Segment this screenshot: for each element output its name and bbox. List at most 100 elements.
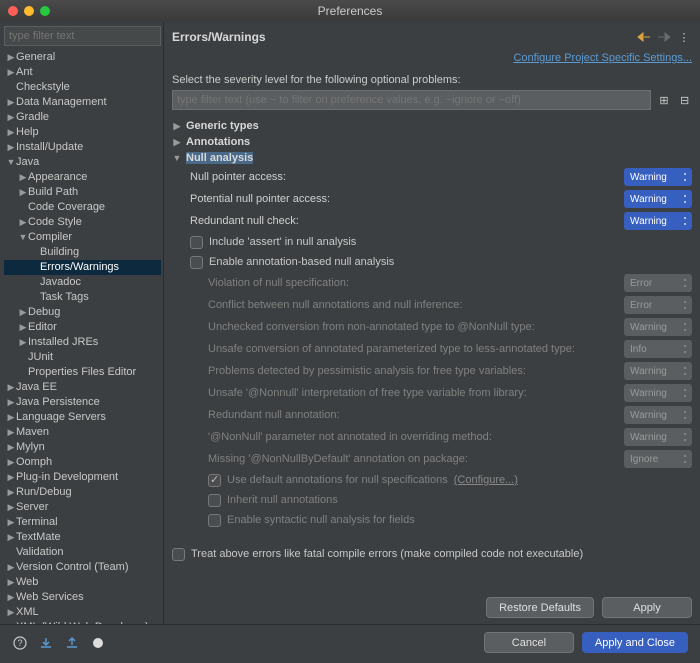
chevron-right-icon[interactable]: ▶: [6, 440, 16, 455]
tree-node[interactable]: ▶Oomph: [4, 455, 161, 470]
chevron-right-icon[interactable]: ▶: [6, 65, 16, 80]
chevron-right-icon[interactable]: ▶: [6, 125, 16, 140]
help-icon[interactable]: ?: [12, 635, 28, 651]
chevron-right-icon[interactable]: ▶: [18, 215, 28, 230]
tree-node[interactable]: Properties Files Editor: [4, 365, 161, 380]
cancel-button[interactable]: Cancel: [484, 632, 574, 653]
tree-node[interactable]: ▶Data Management: [4, 95, 161, 110]
chevron-right-icon[interactable]: ▶: [6, 140, 16, 155]
tree-node[interactable]: ▶XML (Wild Web Developer): [4, 620, 161, 624]
severity-select: Warning: [624, 406, 692, 424]
chevron-right-icon[interactable]: ▶: [6, 395, 16, 410]
tree-node[interactable]: ▶Debug: [4, 305, 161, 320]
tree-node[interactable]: ▶General: [4, 50, 161, 65]
tree-node[interactable]: ▶Web Services: [4, 590, 161, 605]
tree-node[interactable]: ▶Plug-in Development: [4, 470, 161, 485]
tree-node[interactable]: ▶Maven: [4, 425, 161, 440]
restore-defaults-button[interactable]: Restore Defaults: [486, 597, 594, 618]
tree-node[interactable]: ▶Build Path: [4, 185, 161, 200]
category-header[interactable]: ▶Annotations: [172, 134, 692, 150]
export-icon[interactable]: [64, 635, 80, 651]
option-checkbox-row[interactable]: Enable annotation-based null analysis: [190, 252, 692, 272]
nav-forward-icon[interactable]: [656, 29, 672, 45]
view-menu-icon[interactable]: ⋮: [676, 29, 692, 45]
apply-button[interactable]: Apply: [602, 597, 692, 618]
tree-node[interactable]: ▼Compiler: [4, 230, 161, 245]
tree-node[interactable]: JUnit: [4, 350, 161, 365]
chevron-right-icon[interactable]: ▶: [6, 410, 16, 425]
chevron-right-icon[interactable]: ▶: [18, 335, 28, 350]
tree-node[interactable]: ▶Terminal: [4, 515, 161, 530]
tree-node[interactable]: ▶Java Persistence: [4, 395, 161, 410]
tree-node[interactable]: ▶Language Servers: [4, 410, 161, 425]
tree-node-label: Data Management: [16, 95, 107, 110]
chevron-right-icon[interactable]: ▶: [18, 305, 28, 320]
fatal-errors-checkbox-row[interactable]: Treat above errors like fatal compile er…: [172, 544, 692, 564]
tree-node[interactable]: ▶Web: [4, 575, 161, 590]
chevron-right-icon[interactable]: ▶: [6, 515, 16, 530]
chevron-right-icon[interactable]: ▶: [6, 50, 16, 65]
tree-node[interactable]: ▶Editor: [4, 320, 161, 335]
chevron-right-icon[interactable]: ▶: [6, 500, 16, 515]
chevron-right-icon[interactable]: ▶: [18, 320, 28, 335]
chevron-down-icon[interactable]: ▼: [6, 155, 16, 170]
category-header[interactable]: ▼Null analysis: [172, 150, 692, 166]
chevron-right-icon[interactable]: ▶: [18, 170, 28, 185]
severity-select[interactable]: Warning: [624, 212, 692, 230]
nav-back-icon[interactable]: [636, 29, 652, 45]
tree-node[interactable]: Checkstyle: [4, 80, 161, 95]
oomph-icon[interactable]: [90, 635, 106, 651]
tree-node[interactable]: ▶Install/Update: [4, 140, 161, 155]
tree-node[interactable]: ▶Run/Debug: [4, 485, 161, 500]
category-header[interactable]: ▶Generic types: [172, 118, 692, 134]
chevron-down-icon[interactable]: ▼: [18, 230, 28, 245]
tree-node[interactable]: ▶Ant: [4, 65, 161, 80]
chevron-right-icon[interactable]: ▶: [6, 425, 16, 440]
category-label: Annotations: [186, 136, 250, 148]
chevron-right-icon[interactable]: ▶: [6, 530, 16, 545]
checkbox[interactable]: [190, 236, 203, 249]
chevron-right-icon[interactable]: ▶: [6, 110, 16, 125]
tree-node[interactable]: ▶TextMate: [4, 530, 161, 545]
tree-node[interactable]: ▶Installed JREs: [4, 335, 161, 350]
chevron-right-icon[interactable]: ▶: [6, 485, 16, 500]
tree-node[interactable]: Javadoc: [4, 275, 161, 290]
checkbox[interactable]: [172, 548, 185, 561]
chevron-right-icon[interactable]: ▶: [6, 95, 16, 110]
chevron-right-icon[interactable]: ▶: [6, 470, 16, 485]
apply-and-close-button[interactable]: Apply and Close: [582, 632, 688, 653]
collapse-all-icon[interactable]: ⊟: [677, 92, 692, 108]
tree-node[interactable]: ▶Version Control (Team): [4, 560, 161, 575]
severity-select[interactable]: Warning: [624, 168, 692, 186]
tree-node[interactable]: ▼Java: [4, 155, 161, 170]
chevron-right-icon[interactable]: ▶: [6, 605, 16, 620]
tree-node[interactable]: ▶XML: [4, 605, 161, 620]
tree-node[interactable]: ▶Code Style: [4, 215, 161, 230]
configure-project-link[interactable]: Configure Project Specific Settings...: [172, 52, 692, 64]
tree-node[interactable]: Building: [4, 245, 161, 260]
chevron-right-icon[interactable]: ▶: [6, 620, 16, 624]
tree-node[interactable]: Code Coverage: [4, 200, 161, 215]
chevron-right-icon[interactable]: ▶: [6, 590, 16, 605]
settings-filter-input[interactable]: [172, 90, 651, 110]
chevron-right-icon[interactable]: ▶: [6, 560, 16, 575]
chevron-right-icon[interactable]: ▶: [6, 455, 16, 470]
tree-node[interactable]: ▶Gradle: [4, 110, 161, 125]
chevron-right-icon[interactable]: ▶: [18, 185, 28, 200]
import-icon[interactable]: [38, 635, 54, 651]
tree-filter-input[interactable]: [4, 26, 161, 46]
checkbox[interactable]: [190, 256, 203, 269]
tree-node[interactable]: ▶Server: [4, 500, 161, 515]
tree-node[interactable]: ▶Mylyn: [4, 440, 161, 455]
tree-node[interactable]: ▶Help: [4, 125, 161, 140]
option-checkbox-row[interactable]: Include 'assert' in null analysis: [190, 232, 692, 252]
chevron-right-icon[interactable]: ▶: [6, 380, 16, 395]
tree-node[interactable]: Task Tags: [4, 290, 161, 305]
chevron-right-icon[interactable]: ▶: [6, 575, 16, 590]
expand-all-icon[interactable]: ⊞: [657, 92, 672, 108]
tree-node[interactable]: Errors/Warnings: [4, 260, 161, 275]
tree-node[interactable]: ▶Appearance: [4, 170, 161, 185]
tree-node[interactable]: ▶Java EE: [4, 380, 161, 395]
tree-node[interactable]: Validation: [4, 545, 161, 560]
severity-select[interactable]: Warning: [624, 190, 692, 208]
